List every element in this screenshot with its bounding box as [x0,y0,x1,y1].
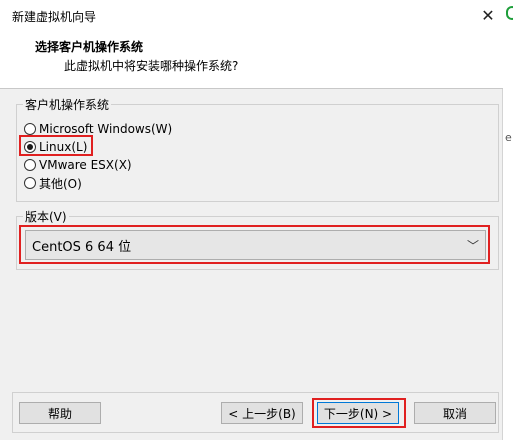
radio-windows[interactable]: Microsoft Windows(W) [24,120,172,138]
guest-os-group: 客户机操作系统 [16,96,499,202]
version-legend: 版本(V) [25,210,67,224]
version-dropdown[interactable]: CentOS 6 64 位 ﹀ [25,230,486,260]
radio-circle-selected[interactable] [24,141,36,153]
radio-label-linux: Linux(L) [39,140,88,154]
chevron-down-icon: ﹀ [466,239,479,253]
page-subtitle: 此虚拟机中将安装哪种操作系统? [64,59,239,73]
version-selected-value: CentOS 6 64 位 [32,239,132,255]
close-icon[interactable]: ✕ [473,0,503,30]
radio-other[interactable]: 其他(O) [24,174,82,192]
next-button[interactable]: 下一步(N) > [317,402,399,424]
radio-label-windows: Microsoft Windows(W) [39,122,173,136]
radio-circle[interactable] [24,123,36,135]
radio-linux[interactable]: Linux(L) [24,138,87,156]
guest-os-legend: 客户机操作系统 [25,98,110,112]
radio-label-esx: VMware ESX(X) [39,158,132,172]
back-button[interactable]: < 上一步(B) [221,402,303,424]
help-button[interactable]: 帮助 [19,402,101,424]
title-bar: 新建虚拟机向导 ✕ [0,0,503,30]
wizard-window: 新建虚拟机向导 ✕ 选择客户机操作系统 此虚拟机中将安装哪种操作系统? 客户机操… [0,0,503,440]
background-window-edge: e [503,0,513,440]
cancel-button[interactable]: 取消 [414,402,496,424]
background-letter: e [505,131,512,144]
radio-label-other: 其他(O) [39,176,82,191]
window-title: 新建虚拟机向导 [12,10,97,24]
radio-circle[interactable] [24,177,36,189]
app-logo-icon [506,6,513,20]
wizard-header: 选择客户机操作系统 此虚拟机中将安装哪种操作系统? [0,30,503,89]
page-title: 选择客户机操作系统 [35,40,144,54]
radio-circle[interactable] [24,159,36,171]
radio-esx[interactable]: VMware ESX(X) [24,156,132,174]
